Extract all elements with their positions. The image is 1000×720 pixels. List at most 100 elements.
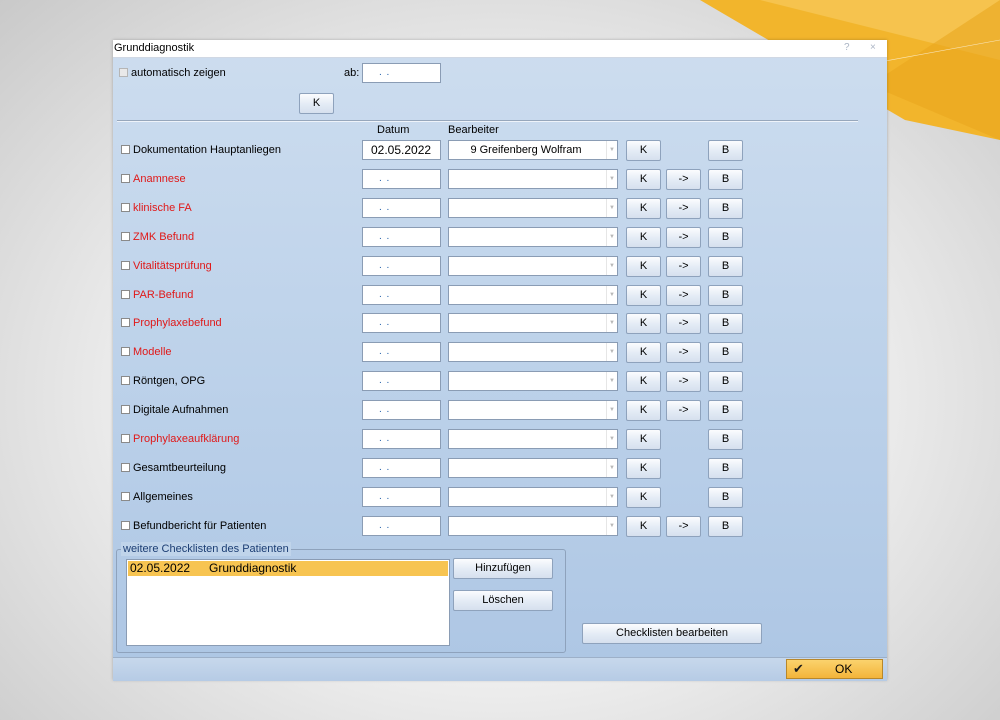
row-arrow-button[interactable]: -> [666,198,701,219]
row-editor-select[interactable]: ▼ [448,516,618,536]
row-checkbox[interactable] [121,491,130,501]
close-icon[interactable]: × [870,42,876,53]
row-item[interactable]: Prophylaxeaufklärung [121,432,239,446]
row-b-button[interactable]: B [708,429,743,450]
row-date-field[interactable]: . . [362,169,441,189]
auto-show-option[interactable]: automatisch zeigen [119,66,226,80]
row-item[interactable]: Digitale Aufnahmen [121,403,228,417]
row-checkbox[interactable] [121,231,130,241]
row-b-button[interactable]: B [708,342,743,363]
row-arrow-button[interactable]: -> [666,169,701,190]
row-checkbox[interactable] [121,144,130,154]
row-item[interactable]: Prophylaxebefund [121,316,222,330]
dropdown-arrow-icon[interactable]: ▼ [606,199,617,217]
dropdown-arrow-icon[interactable]: ▼ [606,517,617,535]
row-date-field[interactable]: . . [362,400,441,420]
row-k-button[interactable]: K [626,458,661,479]
row-arrow-button[interactable]: -> [666,285,701,306]
row-date-field[interactable]: . . [362,313,441,333]
dropdown-arrow-icon[interactable]: ▼ [606,401,617,419]
row-arrow-button[interactable]: -> [666,371,701,392]
row-item[interactable]: Dokumentation Hauptanliegen [121,143,281,157]
checklist-listbox[interactable]: 02.05.2022 Grunddiagnostik [126,559,450,646]
row-b-button[interactable]: B [708,285,743,306]
row-k-button[interactable]: K [626,140,661,161]
row-checkbox[interactable] [121,173,130,183]
row-arrow-button[interactable]: -> [666,227,701,248]
row-date-field[interactable]: . . [362,458,441,478]
row-date-field[interactable]: . . [362,256,441,276]
dropdown-arrow-icon[interactable]: ▼ [606,141,617,159]
row-editor-select[interactable]: ▼ [448,371,618,391]
row-date-field[interactable]: . . [362,516,441,536]
dropdown-arrow-icon[interactable]: ▼ [606,314,617,332]
row-b-button[interactable]: B [708,371,743,392]
row-k-button[interactable]: K [626,256,661,277]
row-item[interactable]: PAR-Befund [121,288,193,302]
row-arrow-button[interactable]: -> [666,256,701,277]
row-item[interactable]: ZMK Befund [121,230,194,244]
row-editor-select[interactable]: ▼ [448,342,618,362]
row-editor-select[interactable]: ▼ [448,313,618,333]
row-date-field[interactable]: . . [362,285,441,305]
delete-checklist-button[interactable]: Löschen [453,590,553,611]
row-k-button[interactable]: K [626,169,661,190]
row-editor-select[interactable]: ▼ [448,429,618,449]
dropdown-arrow-icon[interactable]: ▼ [606,488,617,506]
row-checkbox[interactable] [121,404,130,414]
top-k-button[interactable]: K [299,93,334,114]
row-item[interactable]: klinische FA [121,201,192,215]
row-editor-select[interactable]: ▼ [448,285,618,305]
dropdown-arrow-icon[interactable]: ▼ [606,286,617,304]
dropdown-arrow-icon[interactable]: ▼ [606,257,617,275]
row-editor-select[interactable]: 9 Greifenberg Wolfram ▼ [448,140,618,160]
dropdown-arrow-icon[interactable]: ▼ [606,228,617,246]
row-k-button[interactable]: K [626,516,661,537]
row-k-button[interactable]: K [626,227,661,248]
row-checkbox[interactable] [121,202,130,212]
row-date-field[interactable]: 02.05.2022 [362,140,441,160]
row-b-button[interactable]: B [708,516,743,537]
row-arrow-button[interactable]: -> [666,313,701,334]
row-checkbox[interactable] [121,462,130,472]
row-arrow-button[interactable]: -> [666,516,701,537]
list-item[interactable]: 02.05.2022 Grunddiagnostik [128,561,448,576]
row-date-field[interactable]: . . [362,198,441,218]
row-editor-select[interactable]: ▼ [448,256,618,276]
row-arrow-button[interactable]: -> [666,342,701,363]
row-k-button[interactable]: K [626,371,661,392]
row-editor-select[interactable]: ▼ [448,169,618,189]
row-item[interactable]: Allgemeines [121,490,193,504]
row-k-button[interactable]: K [626,429,661,450]
row-date-field[interactable]: . . [362,429,441,449]
dropdown-arrow-icon[interactable]: ▼ [606,372,617,390]
row-date-field[interactable]: . . [362,487,441,507]
row-k-button[interactable]: K [626,487,661,508]
row-item[interactable]: Anamnese [121,172,186,186]
row-item[interactable]: Vitalitätsprüfung [121,259,212,273]
row-b-button[interactable]: B [708,400,743,421]
row-b-button[interactable]: B [708,140,743,161]
row-b-button[interactable]: B [708,313,743,334]
ok-button[interactable]: ✔ OK [786,659,883,679]
row-checkbox[interactable] [121,289,130,299]
dropdown-arrow-icon[interactable]: ▼ [606,343,617,361]
dropdown-arrow-icon[interactable]: ▼ [606,170,617,188]
row-item[interactable]: Befundbericht für Patienten [121,519,266,533]
row-b-button[interactable]: B [708,227,743,248]
row-k-button[interactable]: K [626,285,661,306]
row-k-button[interactable]: K [626,313,661,334]
row-item[interactable]: Modelle [121,345,172,359]
row-checkbox[interactable] [121,520,130,530]
row-b-button[interactable]: B [708,169,743,190]
row-editor-select[interactable]: ▼ [448,400,618,420]
auto-show-checkbox[interactable] [119,67,128,77]
row-date-field[interactable]: . . [362,371,441,391]
row-editor-select[interactable]: ▼ [448,198,618,218]
add-checklist-button[interactable]: Hinzufügen [453,558,553,579]
row-editor-select[interactable]: ▼ [448,458,618,478]
dropdown-arrow-icon[interactable]: ▼ [606,459,617,477]
row-k-button[interactable]: K [626,198,661,219]
row-checkbox[interactable] [121,317,130,327]
edit-checklists-button[interactable]: Checklisten bearbeiten [582,623,762,644]
